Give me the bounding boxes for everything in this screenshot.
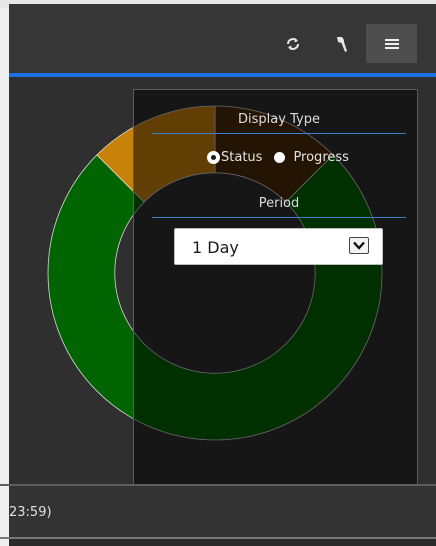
period-select-value: 1 Day xyxy=(192,238,239,257)
period-divider xyxy=(152,217,406,218)
period-title: Period xyxy=(258,196,300,211)
wrench-icon xyxy=(337,37,347,52)
progress-radio[interactable] xyxy=(274,152,286,163)
display-type-divider xyxy=(152,133,406,134)
bottom-border xyxy=(9,539,436,546)
left-edge xyxy=(0,8,9,546)
progress-radio-label[interactable]: Progress xyxy=(293,150,348,165)
refresh-button[interactable] xyxy=(278,29,308,59)
display-type-title: Display Type xyxy=(238,112,320,127)
menu-button[interactable] xyxy=(366,24,417,63)
refresh-icon xyxy=(287,38,299,50)
chevron-down-icon xyxy=(349,237,369,254)
display-type-options: Status Progress xyxy=(208,150,361,165)
chart-settings-panel: Display Type Status Progress Period 1 Da… xyxy=(133,89,418,502)
status-radio[interactable] xyxy=(208,152,219,163)
period-select[interactable]: 1 Day xyxy=(174,228,383,265)
time-range-label: 23:59) xyxy=(9,505,52,520)
status-radio-label[interactable]: Status xyxy=(221,150,262,165)
top-border xyxy=(0,0,436,8)
settings-wrench-button[interactable] xyxy=(327,29,357,59)
footer-bar: 23:59) xyxy=(9,486,436,537)
app-window: Display Type Status Progress Period 1 Da… xyxy=(0,0,436,546)
hamburger-menu-icon xyxy=(384,38,399,49)
